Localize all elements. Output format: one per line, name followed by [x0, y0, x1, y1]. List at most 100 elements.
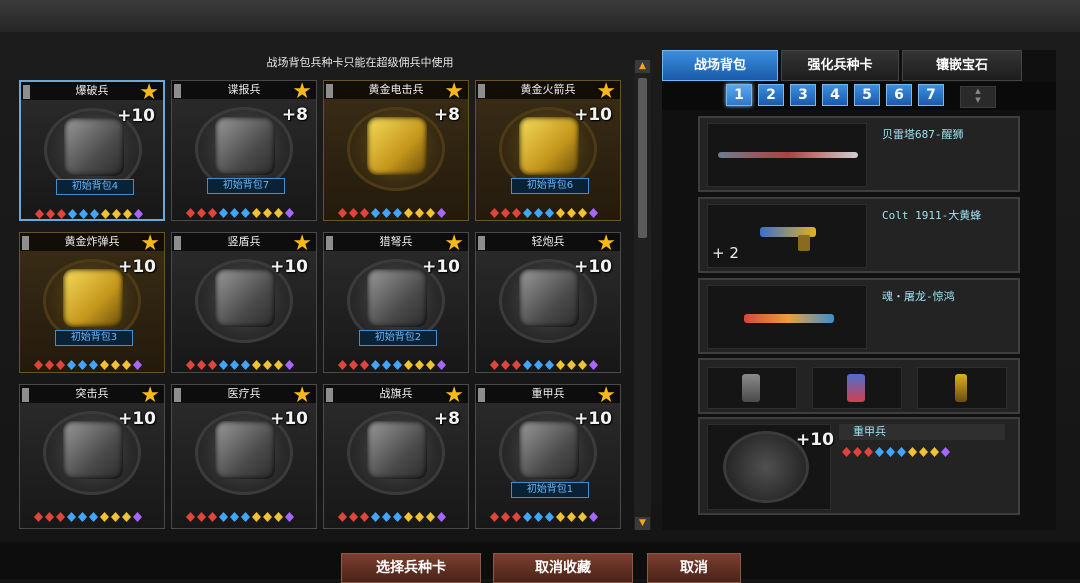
card-tab-marker: [22, 388, 29, 402]
pager-arrows[interactable]: ▲ ▼: [960, 86, 996, 108]
gem-icon: [545, 208, 554, 218]
throwable-slot-3[interactable]: [917, 367, 1007, 409]
merc-card[interactable]: 战旗兵 ★ +8: [323, 384, 469, 529]
page-1-button[interactable]: 1: [726, 84, 752, 106]
gem-icon: [930, 447, 939, 457]
gem-icon: [360, 208, 369, 218]
merc-card[interactable]: 爆破兵 ★ +10 初始背包4: [19, 80, 165, 221]
page-7-button[interactable]: 7: [918, 84, 944, 106]
gem-row: [35, 209, 155, 219]
gem-icon: [360, 512, 369, 522]
backpack-pager: 1 2 3 4 5 6 7 ▲ ▼: [662, 82, 1056, 110]
throwable-slot-2[interactable]: [812, 367, 902, 409]
page-6-button[interactable]: 6: [886, 84, 912, 106]
merc-name: 重甲兵: [839, 424, 1005, 440]
scroll-thumb[interactable]: [638, 78, 647, 238]
gem-row: [490, 360, 610, 370]
gem-icon: [490, 360, 499, 370]
gem-icon: [208, 512, 217, 522]
gem-icon: [404, 512, 413, 522]
merc-card[interactable]: 医疗兵 ★ +10: [171, 384, 317, 529]
gem-icon: [56, 360, 65, 370]
card-title: 竖盾兵 ★: [172, 233, 316, 255]
card-bonus: +10: [118, 409, 156, 429]
gem-icon: [263, 360, 272, 370]
gem-icon: [67, 512, 76, 522]
page-2-button[interactable]: 2: [758, 84, 784, 106]
gem-icon: [133, 360, 142, 370]
page-5-button[interactable]: 5: [854, 84, 880, 106]
melee-weapon-slot[interactable]: 魂・屠龙-惊鸿: [698, 278, 1020, 354]
gem-icon: [338, 208, 347, 218]
gem-icon: [34, 360, 43, 370]
merc-card-slot[interactable]: +10 重甲兵: [698, 417, 1020, 515]
gem-icon: [393, 512, 402, 522]
notice-text: 战场背包兵种卡只能在超级佣兵中使用: [266, 56, 454, 69]
page-3-button[interactable]: 3: [790, 84, 816, 106]
primary-weapon-slot[interactable]: 贝雷塔687-醒狮: [698, 116, 1020, 192]
card-bonus: +8: [281, 105, 308, 125]
star-icon: ★: [292, 80, 312, 104]
gem-icon: [864, 447, 873, 457]
card-title: 黄金炸弹兵 ★: [20, 233, 164, 255]
gem-icon: [186, 208, 195, 218]
page-4-button[interactable]: 4: [822, 84, 848, 106]
initial-pack-label: 初始背包4: [56, 179, 134, 195]
scroll-up-arrow-icon[interactable]: ▲: [635, 60, 650, 73]
gem-icon: [393, 208, 402, 218]
card-item-icon: [63, 421, 123, 479]
gem-icon: [208, 360, 217, 370]
gem-icon: [68, 209, 77, 219]
gem-icon: [393, 360, 402, 370]
gem-icon: [426, 208, 435, 218]
gem-icon: [186, 512, 195, 522]
merc-card[interactable]: 突击兵 ★ +10: [19, 384, 165, 529]
gem-icon: [349, 208, 358, 218]
gem-row: [186, 360, 306, 370]
card-tab-marker: [174, 84, 181, 98]
throwable-slot-1[interactable]: [707, 367, 797, 409]
card-scrollbar[interactable]: ▲ ▼: [634, 60, 651, 530]
merc-card[interactable]: 轻炮兵 ★ +10: [475, 232, 621, 373]
gem-icon: [197, 360, 206, 370]
initial-pack-label: 初始背包3: [55, 330, 133, 346]
gem-icon: [208, 208, 217, 218]
gem-icon: [382, 512, 391, 522]
merc-card[interactable]: 竖盾兵 ★ +10: [171, 232, 317, 373]
tab-battle-backpack[interactable]: 战场背包: [662, 50, 778, 81]
merc-card[interactable]: 黄金火箭兵 ★ +10 初始背包6: [475, 80, 621, 221]
card-item-icon: [215, 269, 275, 327]
gem-icon: [274, 208, 283, 218]
gem-icon: [349, 360, 358, 370]
gem-icon: [523, 208, 532, 218]
card-title: 爆破兵 ★: [21, 82, 163, 104]
gem-icon: [134, 209, 143, 219]
merc-card[interactable]: 谍报兵 ★ +8 初始背包7: [171, 80, 317, 221]
gem-icon: [512, 208, 521, 218]
tab-upgrade-card[interactable]: 强化兵种卡: [781, 50, 899, 81]
gem-icon: [230, 208, 239, 218]
gem-icon: [371, 208, 380, 218]
gem-row: [186, 512, 306, 522]
pager-up-icon[interactable]: ▲: [961, 87, 995, 96]
gem-icon: [371, 360, 380, 370]
card-tab-marker: [326, 84, 333, 98]
gem-icon: [34, 512, 43, 522]
gem-row: [490, 512, 610, 522]
grenade-canister-icon: [742, 374, 760, 402]
card-name: 医疗兵: [227, 387, 261, 400]
gem-icon: [545, 360, 554, 370]
gem-icon: [197, 512, 206, 522]
sword-icon: [744, 314, 834, 323]
secondary-weapon-slot[interactable]: + 2 Colt 1911-大黄蜂: [698, 197, 1020, 273]
merc-card[interactable]: 黄金电击兵 ★ +8: [323, 80, 469, 221]
pager-down-icon[interactable]: ▼: [961, 96, 995, 105]
tab-inlay-gem[interactable]: 镶嵌宝石: [902, 50, 1022, 81]
merc-card[interactable]: 重甲兵 ★ +10 初始背包1: [475, 384, 621, 529]
gem-row: [338, 208, 458, 218]
shotgun-icon: [718, 152, 858, 158]
merc-card[interactable]: 猎弩兵 ★ +10 初始背包2: [323, 232, 469, 373]
gem-icon: [853, 447, 862, 457]
merc-card[interactable]: 黄金炸弹兵 ★ +10 初始背包3: [19, 232, 165, 373]
scroll-down-arrow-icon[interactable]: ▼: [635, 517, 650, 530]
